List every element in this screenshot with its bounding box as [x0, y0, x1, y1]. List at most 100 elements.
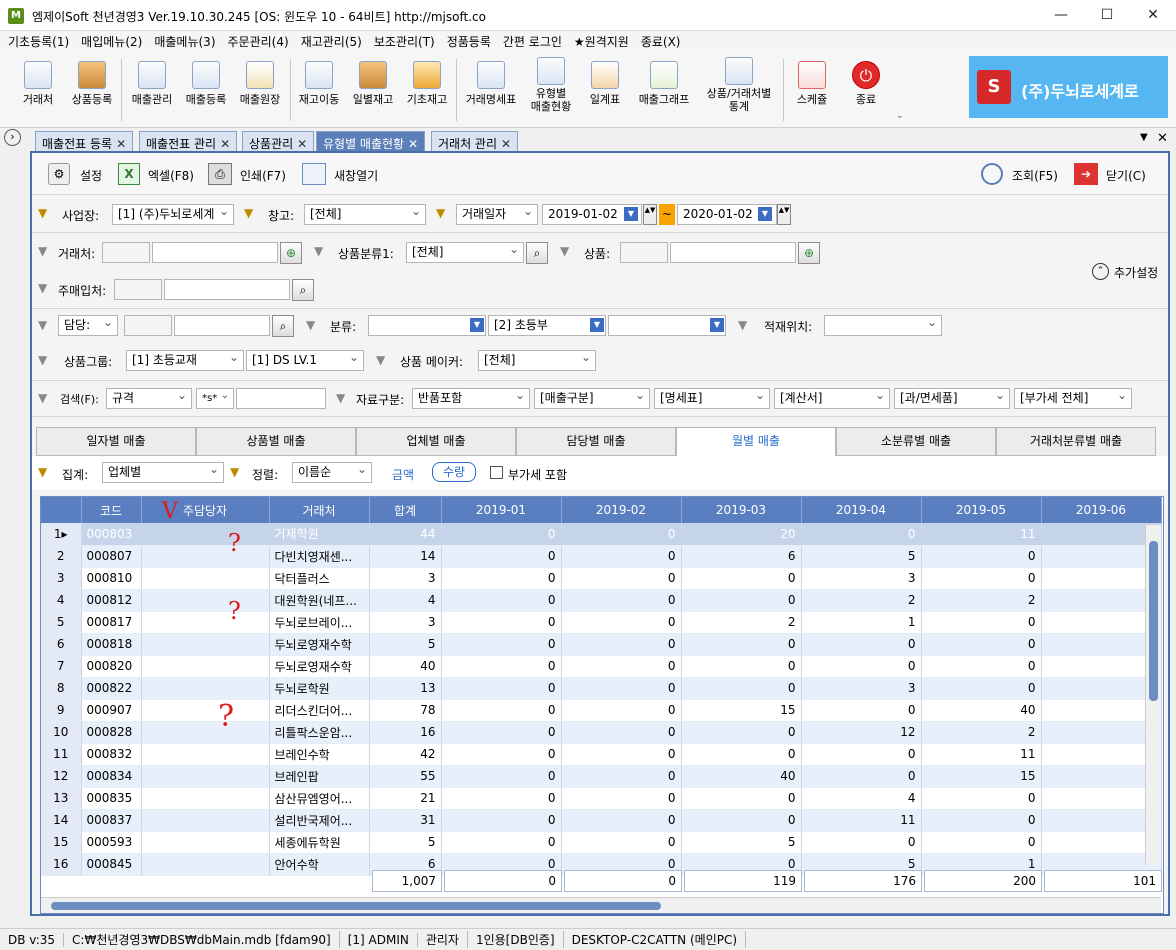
vat-select[interactable]: [부가세 전체] [1014, 388, 1132, 409]
toolbar-ledger-button[interactable]: 매출원장 [234, 57, 286, 121]
taxable-select[interactable]: [과/면세품] [894, 388, 1010, 409]
toolbar-schedule-button[interactable]: 스케쥴 [788, 57, 836, 121]
table-row[interactable]: 3 000810 닥터플러스 3 0 0 0 3 0 [41, 567, 1162, 590]
column-header[interactable] [41, 497, 82, 523]
table-row[interactable]: 9 000907 리더스킨더어... 78 0 0 15 0 40 [41, 699, 1162, 722]
toolbar-overflow-icon[interactable]: ⌄ [896, 111, 904, 121]
location-select[interactable] [824, 315, 942, 336]
tab-sales-slip-manage[interactable]: 매출전표 관리 ✕ [139, 131, 238, 152]
table-row[interactable]: 11 000832 브레인수학 42 0 0 0 0 11 [41, 743, 1162, 766]
minimize-button[interactable]: — [1038, 0, 1084, 31]
toolbar-customer-button[interactable]: 거래처 [14, 57, 62, 121]
toolbar-daily-report-button[interactable]: 일계표 [580, 57, 630, 121]
manager-type-select[interactable]: 담당: [58, 315, 118, 336]
close-tab-icon[interactable]: ✕ [501, 137, 511, 151]
column-header[interactable]: 2019-04 [801, 497, 922, 523]
table-row[interactable]: 7 000820 두뇌로영재수학 40 0 0 0 0 0 [41, 655, 1162, 678]
table-row[interactable]: 6 000818 두뇌로영재수학 5 0 0 0 0 0 [41, 633, 1162, 656]
dropdown-icon[interactable]: ▼ [470, 318, 484, 332]
product-name-input[interactable] [670, 242, 796, 263]
manager-search-icon[interactable]: ⌕ [272, 315, 294, 337]
customer-name-input[interactable] [152, 242, 278, 263]
dropdown-icon[interactable]: ▼ [590, 318, 604, 332]
toolbar-sales-manage-button[interactable]: 매출관리 [126, 57, 178, 121]
date-spin-icon[interactable]: ▲▼ [643, 204, 657, 225]
close-window-button[interactable]: ✕ [1130, 0, 1176, 31]
horizontal-scrollbar[interactable] [41, 897, 1161, 913]
toolbar-product-button[interactable]: 상품등록 [66, 57, 118, 121]
product-subgroup-select[interactable]: [1] DS LV.1 [246, 350, 364, 371]
maker-select[interactable]: [전체] [478, 350, 596, 371]
menu-item[interactable]: ★원격지원 [574, 33, 629, 50]
excel-button[interactable]: 엑셀(F8) [148, 167, 194, 184]
search-button[interactable]: 조회(F5) [1012, 167, 1058, 184]
sort-select[interactable]: 이름순 [292, 462, 372, 483]
aggregate-select[interactable]: 업체별 [102, 462, 224, 483]
menu-item[interactable]: 정품등록 [447, 33, 491, 50]
toolbar-exit-button[interactable]: ⏻ 종료 [842, 57, 890, 121]
tab-list-dropdown-icon[interactable]: ▼ [1140, 132, 1148, 143]
table-row[interactable]: 4 000812 대원학원(네프... 4 0 0 0 2 2 [41, 589, 1162, 612]
business-select[interactable]: [1] (주)두뇌로세계 [112, 204, 234, 225]
buyer-name-input[interactable] [164, 279, 290, 300]
sidebar-toggle-icon[interactable]: › [4, 129, 21, 146]
maximize-button[interactable]: ☐ [1084, 0, 1130, 31]
warehouse-select[interactable]: [전체] [304, 204, 426, 225]
tab-customer-manage[interactable]: 거래처 관리 ✕ [431, 131, 519, 152]
menu-item[interactable]: 종료(X) [641, 33, 681, 50]
class-select-2[interactable]: [2] 초등부 [488, 315, 606, 336]
tab-subcategory-sales[interactable]: 소분류별 매출 [836, 427, 996, 456]
amount-option[interactable]: 금액 [392, 466, 414, 483]
table-row[interactable]: 8 000822 두뇌로학원 13 0 0 0 3 0 [41, 677, 1162, 700]
column-header[interactable]: 코드 [81, 497, 142, 523]
tab-sales-by-type[interactable]: 유형별 매출현황 ✕ [316, 131, 426, 152]
toolbar-invoice-button[interactable]: 거래명세표 [459, 57, 523, 121]
search-field-select[interactable]: 규격 [106, 388, 192, 409]
category-search-icon[interactable]: ⌕ [526, 242, 548, 264]
data-type-select[interactable]: 반품포함 [412, 388, 530, 409]
tab-daily-sales[interactable]: 일자별 매출 [36, 427, 196, 456]
tab-sales-slip-register[interactable]: 매출전표 등록 ✕ [35, 131, 134, 152]
add-product-icon[interactable]: ⊕ [798, 242, 820, 264]
more-settings-button[interactable]: 추가설정 [1114, 264, 1158, 281]
close-button[interactable]: 닫기(C) [1106, 167, 1146, 184]
tab-manager-sales[interactable]: 담당별 매출 [516, 427, 676, 456]
tax-invoice-select[interactable]: [계산서] [774, 388, 890, 409]
table-row[interactable]: 15 000593 세종에듀학원 5 0 0 5 0 0 [41, 831, 1162, 854]
print-button[interactable]: 인쇄(F7) [240, 167, 286, 184]
scroll-thumb[interactable] [1149, 541, 1158, 701]
quantity-option[interactable]: 수량 [432, 462, 476, 482]
collapse-icon[interactable]: ⌃ [1092, 263, 1109, 280]
search-keyword-input[interactable] [236, 388, 326, 409]
column-header[interactable]: 합계 [369, 497, 442, 523]
table-row[interactable]: 10 000828 리틀팍스운암... 16 0 0 0 12 2 [41, 721, 1162, 744]
manager-name-input[interactable] [174, 315, 270, 336]
menu-item[interactable]: 매출메뉴(3) [154, 33, 215, 50]
toolbar-stats-button[interactable]: 상품/거래처별 통계 [698, 53, 780, 117]
sales-type-select[interactable]: [매출구분] [534, 388, 650, 409]
close-tab-icon[interactable]: ✕ [408, 137, 418, 151]
tab-customer-class-sales[interactable]: 거래처분류별 매출 [996, 427, 1156, 456]
column-header[interactable]: 2019-01 [441, 497, 562, 523]
column-header[interactable]: 2019-06 [1041, 497, 1162, 523]
table-row[interactable]: 1▸ 000803 거제학원 44 0 0 20 0 11 [41, 523, 1162, 546]
vat-include-checkbox[interactable] [490, 466, 503, 479]
column-header[interactable]: 거래처 [269, 497, 370, 523]
class-select-1[interactable] [368, 315, 486, 336]
vertical-scrollbar[interactable] [1145, 525, 1161, 865]
statement-select[interactable]: [명세표] [654, 388, 770, 409]
column-header[interactable]: 2019-05 [921, 497, 1042, 523]
product-code-input[interactable] [620, 242, 668, 263]
new-window-button[interactable]: 새창열기 [334, 167, 378, 184]
product-group-select[interactable]: [1] 초등교재 [126, 350, 244, 371]
menu-item[interactable]: 재고관리(5) [301, 33, 362, 50]
menu-item[interactable]: 주문관리(4) [228, 33, 289, 50]
calendar-dropdown-icon[interactable]: ▼ [624, 207, 638, 221]
menu-item[interactable]: 간편 로그인 [503, 33, 562, 50]
toolbar-chart-button[interactable]: 매출그래프 [632, 57, 696, 121]
close-tab-icon[interactable]: ✕ [297, 137, 307, 151]
toolbar-base-stock-button[interactable]: 기초재고 [401, 57, 453, 121]
toolbar-daily-stock-button[interactable]: 일별재고 [347, 57, 399, 121]
column-header[interactable]: 주담당자 [141, 497, 270, 523]
tab-product-manage[interactable]: 상품관리 ✕ [242, 131, 315, 152]
